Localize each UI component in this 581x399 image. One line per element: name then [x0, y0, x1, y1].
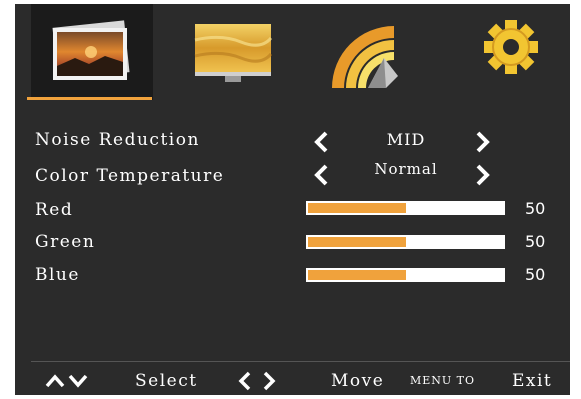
down-arrow-icon	[68, 374, 88, 388]
tab-picture[interactable]	[31, 4, 153, 100]
footer-menu-to-label: MENU TO	[410, 374, 476, 387]
red-value: 50	[525, 199, 546, 218]
up-arrow-icon	[45, 374, 65, 388]
footer-divider	[31, 361, 570, 362]
chevron-left-icon[interactable]	[311, 130, 331, 154]
blue-slider-fill	[308, 270, 406, 280]
sound-icon	[332, 26, 398, 88]
green-slider[interactable]	[306, 235, 505, 249]
red-label: Red	[35, 200, 74, 220]
red-slider[interactable]	[306, 201, 505, 215]
red-slider-fill	[308, 203, 406, 213]
blue-slider[interactable]	[306, 268, 505, 282]
green-slider-fill	[308, 237, 406, 247]
osd-menu: Noise Reduction MID Color Temperature No…	[15, 4, 570, 395]
footer-exit-label: Exit	[512, 371, 553, 391]
chevron-right-icon[interactable]	[473, 130, 493, 154]
chevron-left-icon[interactable]	[311, 163, 331, 187]
green-value: 50	[525, 232, 546, 251]
noise-reduction-value: MID	[386, 130, 426, 149]
blue-value: 50	[525, 265, 546, 284]
noise-reduction-label: Noise Reduction	[35, 130, 200, 150]
right-arrow-icon	[263, 371, 276, 391]
green-label: Green	[35, 232, 96, 252]
settings-gear-icon	[484, 20, 538, 74]
picture-icon	[52, 20, 130, 80]
footer-select-label: Select	[135, 371, 198, 391]
tab-settings[interactable]	[448, 4, 570, 100]
color-temperature-value: Normal	[374, 160, 438, 178]
blue-label: Blue	[35, 265, 80, 285]
color-temperature-label: Color Temperature	[35, 166, 225, 186]
chevron-right-icon[interactable]	[473, 163, 493, 187]
active-tab-indicator	[27, 97, 152, 100]
left-arrow-icon	[238, 371, 251, 391]
tab-screen[interactable]	[179, 4, 301, 100]
tab-sound[interactable]	[308, 4, 430, 100]
footer-move-label: Move	[331, 371, 385, 391]
monitor-icon	[194, 24, 273, 82]
tab-bar	[15, 4, 570, 100]
